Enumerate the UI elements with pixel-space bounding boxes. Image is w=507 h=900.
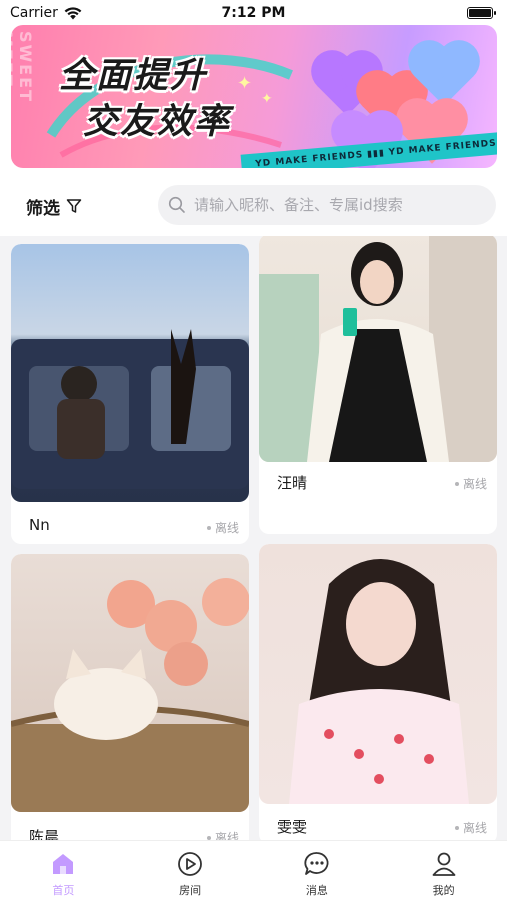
tab-home[interactable]: 首页 (0, 841, 126, 900)
user-card[interactable]: 汪晴 离线 (259, 236, 497, 534)
status-dot (454, 481, 459, 486)
play-icon (178, 852, 203, 876)
search-bar[interactable] (158, 185, 496, 225)
status-bar: Carrier 7:12 PM (0, 0, 507, 26)
battery-icon (467, 7, 496, 19)
tab-label: 消息 (305, 884, 328, 897)
status-time: 7:12 PM (221, 5, 286, 21)
user-photo (11, 244, 249, 502)
status-label: 离线 (214, 521, 239, 535)
user-photo (11, 554, 249, 812)
filter-icon (66, 199, 82, 213)
user-card-grid[interactable]: Nn 离线 汪晴 离线 陈晨 离线 雯雯 离线 (0, 236, 507, 840)
status-badge: 离线 (454, 475, 487, 492)
bottom-tab-bar: 首页 房间 消息 我的 (0, 840, 507, 900)
sparkle-icon: ✦ (237, 73, 253, 94)
user-photo (259, 544, 497, 804)
status-badge: 离线 (454, 819, 487, 836)
user-photo (259, 236, 497, 462)
chat-icon (304, 852, 329, 875)
status-dot (454, 825, 459, 830)
user-name: 雯雯 (277, 818, 308, 836)
profile-icon (432, 852, 456, 876)
tab-label: 房间 (179, 884, 202, 897)
photo-figure-graphic (259, 236, 497, 462)
search-input[interactable] (194, 196, 484, 214)
tab-label: 首页 (52, 884, 75, 897)
ribbon-text: YD MAKE FRIENDS (254, 150, 364, 168)
user-name: 陈晨 (29, 828, 60, 840)
photo-figure-graphic (289, 559, 469, 804)
status-label: 离线 (462, 821, 487, 835)
banner-title-line2: 交友效率 (83, 102, 232, 142)
search-icon (168, 196, 185, 213)
tab-profile[interactable]: 我的 (381, 841, 507, 900)
banner-title-line1: 全面提升 (59, 56, 208, 96)
ribbon-separator: ▮▮▮ (366, 148, 386, 160)
user-card[interactable]: 陈晨 离线 (11, 554, 249, 840)
filter-label: 筛选 (26, 198, 60, 219)
photo-figure-graphic (11, 578, 249, 812)
status-label: 离线 (462, 477, 487, 491)
user-card[interactable]: Nn 离线 (11, 244, 249, 544)
status-label: 离线 (214, 831, 239, 840)
tab-label: 我的 (432, 884, 455, 897)
user-name: Nn (29, 516, 50, 534)
status-dot (206, 525, 211, 530)
sparkle-icon: ✦ (261, 91, 273, 107)
banner-side-text: SWEET MEET (11, 31, 35, 103)
promo-banner[interactable]: SWEET MEET 全面提升 交友效率 ✦ ✦ YD MAKE FRIENDS… (11, 25, 497, 168)
user-card[interactable]: 雯雯 离线 (259, 544, 497, 840)
tab-messages[interactable]: 消息 (254, 841, 380, 900)
ribbon-text: YD MAKE FRIENDS (388, 138, 497, 158)
filter-button[interactable]: 筛选 (26, 193, 82, 219)
status-dot (206, 835, 211, 840)
status-badge: 离线 (206, 829, 239, 840)
photo-figure-graphic (11, 329, 249, 489)
tab-room[interactable]: 房间 (127, 841, 253, 900)
home-icon (53, 854, 74, 874)
user-name: 汪晴 (277, 474, 308, 492)
status-badge: 离线 (206, 519, 239, 536)
